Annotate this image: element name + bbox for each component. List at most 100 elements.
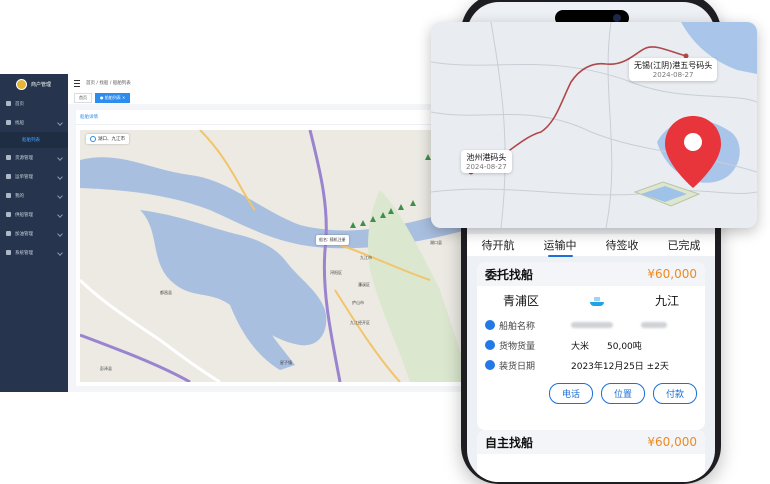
row-value: 2023年12月25日 ±2天 [571,361,669,372]
blurred-value [641,322,667,328]
destination: 九江 [654,294,679,308]
card-header: 委托找船 ¥60,000 [477,262,705,286]
chevron-down-icon [57,154,63,161]
tab-in-transit[interactable]: 运输中 [544,237,577,257]
waybill-icon [6,174,11,179]
ship-icon [6,212,11,217]
cargo-icon [485,340,495,350]
pay-button[interactable]: 付款 [652,383,697,404]
tab-completed[interactable]: 已完成 [668,237,701,253]
chevron-down-icon [57,192,63,199]
search-icon [6,120,11,125]
sidebar-item-home[interactable]: 首页 [0,94,68,113]
tab-pending-receipt[interactable]: 待签收 [606,237,639,253]
row-label: 船舶名称 [499,321,536,332]
chevron-down-icon [57,249,63,256]
tab-pending-departure[interactable]: 待开航 [482,237,515,253]
phone-button[interactable]: 电话 [548,383,593,404]
row-value: 大米 50,00吨 [571,341,642,352]
map-search-value: 湖口、九江市 [98,137,125,142]
chevron-down-icon [57,230,63,237]
breadcrumb-item: 船舶列表 [112,81,131,86]
sidebar-item-label: 运单管理 [15,174,33,180]
map-graphic [80,130,466,382]
destination-callout: 无锡(江阴)港五号码头 2024-08-27 [629,58,718,81]
map-label: 浔阳区 [330,270,342,275]
sidebar-item-label: 首页 [15,101,24,107]
admin-window: 商户管理 首页 找船 船舶列表 货源管理 运单管理 我的 供船管理 加油管理 系… [0,74,470,392]
sidebar-item-label: 找船 [15,120,24,126]
cargo-icon [6,155,11,160]
brand-name: 商户管理 [31,81,52,88]
sidebar-item-mine[interactable]: 我的 [0,186,68,205]
sidebar-item-system[interactable]: 系统管理 [0,243,68,262]
route: 青浦区 九江 [477,286,705,315]
order-card[interactable]: 委托找船 ¥60,000 青浦区 九江 船舶名称 货物货量 大米 50,00吨 [477,262,705,430]
sidebar-item-supply-ship[interactable]: 供船管理 [0,205,68,224]
blurred-value [571,322,613,328]
brand: 商户管理 [0,74,68,94]
sidebar: 商户管理 首页 找船 船舶列表 货源管理 运单管理 我的 供船管理 加油管理 系… [0,74,68,392]
content-panel: 船舶详情 湖口、九江市 船名: 随机注册 九江市 浔阳区 濂溪区 星子镇 都昌县… [76,110,470,386]
home-icon [6,101,11,106]
row-label: 装货日期 [499,361,536,372]
sidebar-item-label: 系统管理 [15,250,33,256]
order-card[interactable]: 自主找船 ¥60,000 [477,430,705,482]
user-icon [6,193,11,198]
breadcrumb-item[interactable]: 首页 [86,81,95,86]
sidebar-item-label: 加油管理 [15,231,33,237]
sidebar-item-waybill[interactable]: 运单管理 [0,167,68,186]
loading-date-row: 装货日期 2023年12月25日 ±2天 [477,355,705,375]
calendar-icon [485,360,495,370]
sidebar-item-fuel[interactable]: 加油管理 [0,224,68,243]
card-actions: 电话 位置 付款 [477,375,705,412]
row-label: 货物货量 [499,341,536,352]
card-title: 委托找船 [485,267,534,282]
location-button[interactable]: 位置 [600,383,645,404]
origin: 青浦区 [503,294,540,308]
sidebar-item-cargo[interactable]: 货源管理 [0,148,68,167]
destination-date: 2024-08-27 [652,71,694,79]
chevron-down-icon [57,173,63,180]
divider [76,124,470,125]
sidebar-item-label: 货源管理 [15,155,33,161]
logo [16,78,27,90]
fuel-icon [6,231,11,236]
card-price: ¥60,000 [647,435,697,449]
order-status-tabs: 待开航 运输中 待签收 已完成 [467,234,715,257]
card-price: ¥60,000 [647,267,697,281]
route-map-graphic [431,22,757,228]
content-title: 船舶详情 [80,115,98,120]
breadcrumb-item[interactable]: 找船 [99,81,108,86]
ship-icon [485,320,495,330]
sidebar-subitem-ship-list[interactable]: 船舶列表 [0,132,68,148]
tab-home[interactable]: 首页 [74,93,92,103]
origin-date: 2024-08-27 [466,163,507,171]
map-label: 湖口县 [430,240,442,245]
map-label: 濂溪区 [358,282,370,287]
map-search-box[interactable]: 湖口、九江市 [86,134,129,144]
chevron-down-icon [57,119,63,126]
breadcrumb: 首页 / 找船 / 船舶列表 [86,81,131,86]
chevron-down-icon [57,211,63,218]
gear-icon [6,250,11,255]
map-label: 九江经开区 [350,320,370,325]
sidebar-item-find-ship[interactable]: 找船 [0,113,68,132]
card-header: 自主找船 ¥60,000 [477,430,705,454]
map-label: 彭泽县 [100,366,112,371]
destination-name: 无锡(江阴)港五号码头 [634,61,713,70]
map-label: 庐山市 [352,300,364,305]
origin-callout: 池州港码头 2024-08-27 [461,150,512,173]
sidebar-item-label: 船舶列表 [22,138,40,143]
menu-toggle-icon[interactable] [74,79,80,87]
ship-map[interactable]: 湖口、九江市 船名: 随机注册 九江市 浔阳区 濂溪区 星子镇 都昌县 庐山市 … [80,130,466,382]
camera-icon [613,14,621,22]
card-title: 自主找船 [485,435,534,450]
map-label: 都昌县 [160,290,172,295]
route-map-card[interactable]: 无锡(江阴)港五号码头 2024-08-27 池州港码头 2024-08-27 [431,22,757,228]
map-label: 星子镇 [280,360,292,365]
origin-name: 池州港码头 [466,153,507,162]
tab-ship-list[interactable]: ● 船舶列表 × [95,93,131,103]
ship-marker-label[interactable]: 船名: 随机注册 [316,235,349,245]
map-label: 九江市 [360,255,372,260]
